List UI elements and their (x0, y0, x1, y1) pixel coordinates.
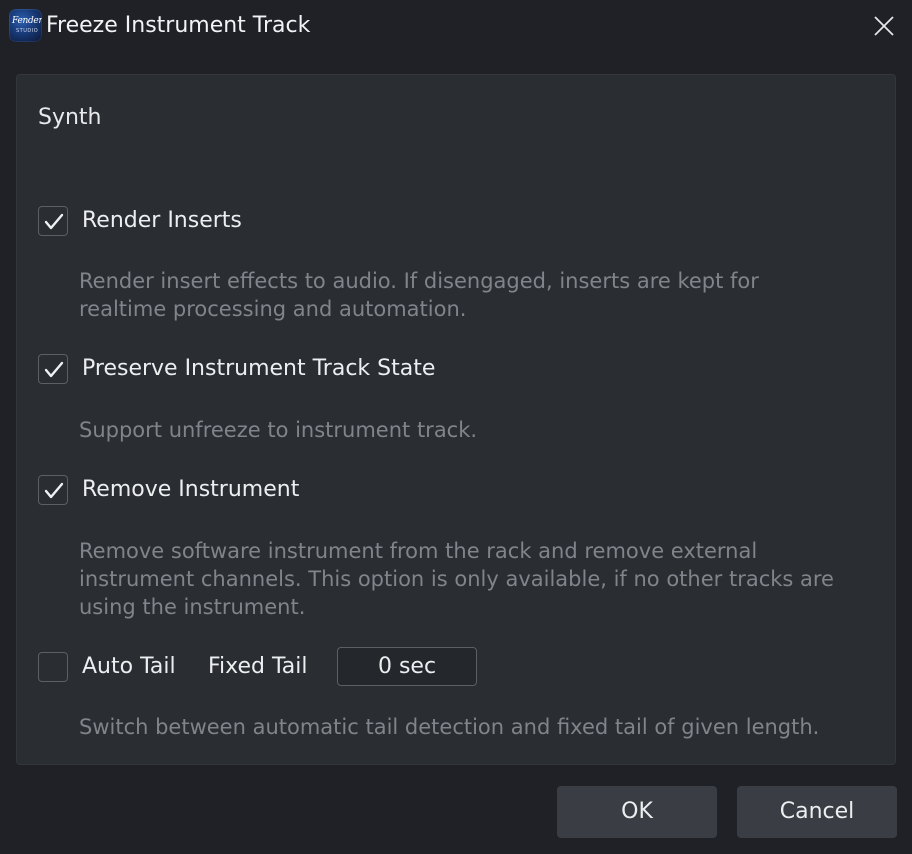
description-line: Support unfreeze to instrument track. (79, 418, 478, 442)
preserve-instrument-track-state-description: Support unfreeze to instrument track. (79, 416, 879, 444)
title-bar: Fender STUDIO Freeze Instrument Track (0, 0, 912, 52)
fixed-tail-label: Fixed Tail (208, 654, 308, 679)
section-title: Synth (38, 105, 102, 130)
app-logo-text: Fender (12, 16, 42, 26)
checkmark-icon (44, 361, 64, 378)
app-logo-subtext: STUDIO (16, 28, 39, 34)
checkmark-icon (44, 482, 64, 499)
ok-button[interactable]: OK (557, 786, 717, 838)
remove-instrument-checkbox[interactable] (38, 475, 68, 505)
description-line: realtime processing and automation. (79, 297, 467, 321)
options-panel: Synth Render Inserts Render insert effec… (16, 74, 896, 765)
dialog-title: Freeze Instrument Track (46, 13, 311, 38)
checkmark-icon (44, 213, 64, 230)
description-line: instrument channels. This option is only… (79, 567, 834, 591)
description-line: Switch between automatic tail detection … (79, 715, 820, 739)
preserve-instrument-track-state-label[interactable]: Preserve Instrument Track State (82, 355, 435, 383)
freeze-instrument-track-dialog: Fender STUDIO Freeze Instrument Track Sy… (0, 0, 912, 854)
cancel-button[interactable]: Cancel (737, 786, 897, 838)
render-inserts-label[interactable]: Render Inserts (82, 207, 242, 235)
remove-instrument-label[interactable]: Remove Instrument (82, 476, 299, 504)
close-button[interactable] (864, 6, 904, 46)
auto-tail-description: Switch between automatic tail detection … (79, 713, 879, 741)
description-line: using the instrument. (79, 595, 306, 619)
description-line: Render insert effects to audio. If disen… (79, 269, 759, 293)
app-icon: Fender STUDIO (9, 9, 42, 42)
auto-tail-label[interactable]: Auto Tail (82, 653, 176, 681)
render-inserts-checkbox[interactable] (38, 206, 68, 236)
close-icon (874, 16, 894, 36)
fixed-tail-input[interactable]: 0 sec (337, 647, 477, 686)
auto-tail-checkbox[interactable] (38, 652, 68, 682)
remove-instrument-description: Remove software instrument from the rack… (79, 537, 879, 621)
render-inserts-description: Render insert effects to audio. If disen… (79, 267, 879, 323)
preserve-instrument-track-state-checkbox[interactable] (38, 354, 68, 384)
description-line: Remove software instrument from the rack… (79, 539, 758, 563)
